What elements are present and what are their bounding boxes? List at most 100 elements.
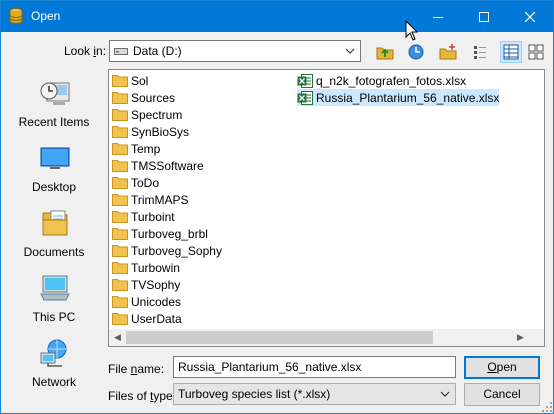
folder-item[interactable]: ToDo <box>112 174 159 191</box>
minimize-button[interactable] <box>415 1 461 32</box>
horizontal-scrollbar[interactable]: ◀ ▶ <box>109 329 529 346</box>
folder-name: Sol <box>131 73 149 88</box>
chevron-down-icon <box>345 48 355 54</box>
drive-icon <box>114 48 128 55</box>
folder-icon <box>112 109 128 121</box>
folder-name: Turboveg_Sophy <box>131 243 222 258</box>
scroll-left-icon[interactable]: ◀ <box>109 329 126 346</box>
file-type-value: Turboveg species list (*.xlsx) <box>178 387 331 401</box>
file-list[interactable]: Sol Sources Spectrum SynBioSys Temp TMSSoftwa… <box>108 69 545 347</box>
folder-item[interactable]: TVSophy <box>112 276 180 293</box>
folder-icon <box>112 92 128 104</box>
folder-name: Temp <box>131 141 161 156</box>
folder-item[interactable]: Temp <box>112 140 160 157</box>
folder-name: TVSophy <box>131 277 181 292</box>
up-folder-button[interactable] <box>374 41 396 63</box>
place-desktop[interactable]: Desktop <box>7 138 101 200</box>
mouse-cursor-icon <box>405 20 419 41</box>
folder-icon <box>112 177 128 189</box>
folder-name: Spectrum <box>131 107 183 122</box>
list-view-icon <box>474 46 486 59</box>
place-label: Desktop <box>31 180 77 194</box>
place-network[interactable]: Network <box>7 333 101 395</box>
folder-icon <box>112 126 128 138</box>
close-button[interactable] <box>507 1 553 32</box>
recent-button[interactable] <box>405 41 427 63</box>
folder-item[interactable]: Turbowin <box>112 259 180 276</box>
recent-items-icon <box>40 82 70 105</box>
file-item[interactable]: q_n2k_fotografen_fotos.xlsx <box>297 72 466 89</box>
look-in-value: Data (D:) <box>133 44 182 58</box>
folder-item[interactable]: TMSSoftware <box>112 157 204 174</box>
folder-item[interactable]: Turboint <box>112 208 175 225</box>
desktop-icon <box>40 147 70 169</box>
documents-icon <box>42 210 68 236</box>
folder-name: TMSSoftware <box>131 158 204 173</box>
folder-item[interactable]: Sol <box>112 72 148 89</box>
folder-icon <box>112 228 128 240</box>
folder-name: Turboint <box>131 209 175 224</box>
cancel-button[interactable]: Cancel <box>464 383 540 406</box>
open-dialog: Open Look in: Data (D:) Recent Items Des… <box>0 0 554 414</box>
title-bar[interactable]: Open <box>1 1 553 32</box>
minimize-icon <box>433 16 443 18</box>
file-name: Russia_Plantarium_56_native.xlsx <box>316 90 500 105</box>
maximize-icon <box>479 11 489 22</box>
file-type-select[interactable]: Turboveg species list (*.xlsx) <box>173 383 456 405</box>
file-name: q_n2k_fotografen_fotos.xlsx <box>316 73 467 88</box>
folder-icon <box>112 296 128 308</box>
folder-icon <box>112 313 128 325</box>
details-view-icon <box>503 44 519 60</box>
place-label: Network <box>31 375 76 389</box>
folder-icon <box>112 245 128 257</box>
open-button[interactable]: Open <box>464 356 540 379</box>
folder-item[interactable]: Unicodes <box>112 293 181 310</box>
look-in-combo[interactable]: Data (D:) <box>109 40 361 62</box>
place-label: Documents <box>23 245 85 259</box>
place-recent-items[interactable]: Recent Items <box>7 73 101 135</box>
place-documents[interactable]: Documents <box>7 203 101 265</box>
details-view-button[interactable] <box>500 41 522 63</box>
file-item[interactable]: Russia_Plantarium_56_native.xlsx <box>297 89 500 106</box>
folder-icon <box>112 160 128 172</box>
recent-icon <box>408 44 424 60</box>
folder-item[interactable]: UserData <box>112 310 182 327</box>
list-view-button[interactable] <box>469 41 491 63</box>
folder-name: Turbowin <box>131 260 180 275</box>
folder-name: Turboveg_brbl <box>131 226 208 241</box>
database-icon <box>9 8 23 24</box>
large-icons-button[interactable] <box>525 41 547 63</box>
folder-item[interactable]: Turboveg_brbl <box>112 225 208 242</box>
folder-icon <box>112 194 128 206</box>
folder-item[interactable]: Turboveg_Sophy <box>112 242 222 259</box>
place-label: Recent Items <box>18 115 90 129</box>
folder-icon <box>112 143 128 155</box>
scrollbar-thumb[interactable] <box>126 331 433 344</box>
close-icon <box>525 11 535 22</box>
maximize-button[interactable] <box>461 1 507 32</box>
resize-grip-icon[interactable] <box>541 401 553 413</box>
place-label: This PC <box>32 310 76 324</box>
folder-icon <box>112 75 128 87</box>
large-icons-icon <box>528 44 544 60</box>
place-this-pc[interactable]: This PC <box>7 268 101 330</box>
this-pc-icon <box>40 275 70 301</box>
folder-name: SynBioSys <box>131 124 190 139</box>
excel-file-icon <box>297 73 313 88</box>
folder-icon <box>112 262 128 274</box>
folder-item[interactable]: Spectrum <box>112 106 182 123</box>
new-folder-button[interactable] <box>437 41 459 63</box>
folder-name: UserData <box>131 311 182 326</box>
window-title: Open <box>31 9 61 23</box>
file-type-label: Files of type: <box>108 389 177 403</box>
scroll-corner <box>529 329 544 346</box>
places-bar: Recent Items Desktop Documents This PC N… <box>7 69 101 409</box>
file-name-input[interactable]: Russia_Plantarium_56_native.xlsx <box>173 356 456 378</box>
folder-name: Sources <box>131 90 176 105</box>
chevron-down-icon <box>440 391 450 397</box>
folder-item[interactable]: SynBioSys <box>112 123 189 140</box>
scroll-right-icon[interactable]: ▶ <box>512 329 529 346</box>
file-name-label: File name: <box>108 362 165 376</box>
folder-item[interactable]: Sources <box>112 89 175 106</box>
folder-item[interactable]: TrimMAPS <box>112 191 189 208</box>
